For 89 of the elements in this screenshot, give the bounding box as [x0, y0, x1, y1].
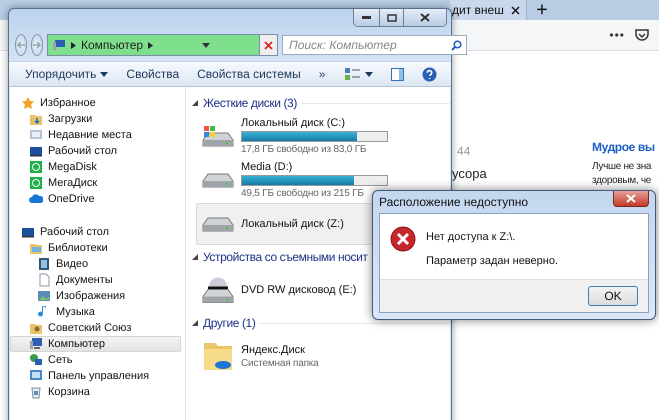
sidebar-item[interactable]: Корзина [10, 384, 181, 400]
sidebar-item[interactable]: МегаДиск [10, 175, 181, 191]
article-heading: Мудрое вы [592, 140, 656, 154]
drive-icon [201, 216, 235, 232]
sidebar-item[interactable]: Рабочий стол [10, 143, 181, 159]
close-button[interactable] [404, 9, 446, 26]
computer-icon [52, 39, 66, 51]
back-button[interactable] [15, 34, 27, 56]
toolbar-button[interactable]: Упорядочить [17, 64, 116, 84]
dropdown-icon[interactable] [202, 42, 210, 48]
trash-icon [29, 385, 43, 399]
toolbar-button[interactable]: Свойства [118, 64, 188, 84]
sidebar-item[interactable]: Музыка [10, 304, 181, 320]
collapse-icon[interactable] [192, 254, 198, 260]
group-title: Устройства со съемными носит [203, 250, 368, 264]
star-icon [21, 96, 35, 110]
left-arrow-icon [16, 41, 26, 49]
quote-text: Лучше не зна [592, 160, 652, 174]
error-icon [390, 226, 416, 252]
close-button[interactable] [613, 191, 649, 207]
right-arrow-icon [32, 41, 42, 49]
group-title: Другие (1) [203, 316, 256, 330]
user-icon [29, 321, 43, 335]
drive-item[interactable]: DVD RW дисковод (E:) [196, 269, 450, 311]
collapse-icon[interactable] [192, 100, 198, 106]
minimize-icon [362, 16, 371, 19]
control-icon [29, 369, 43, 383]
library-icon [29, 241, 43, 255]
sidebar-item[interactable]: Загрузки [10, 111, 181, 127]
chevron-icon [71, 42, 76, 48]
browser-tab[interactable]: дит внеш [450, 0, 527, 20]
cloud-icon [29, 192, 43, 206]
close-icon[interactable] [511, 6, 520, 14]
computer-icon [29, 337, 43, 351]
drive-item[interactable]: Локальный диск (C:) 17,8 ГБ свободно из 83,0 ГБ [196, 115, 450, 157]
close-icon [420, 13, 430, 22]
more-button[interactable]: » [310, 64, 334, 84]
menu-button[interactable]: ••• [609, 28, 625, 42]
sidebar-item[interactable]: OneDrive [10, 191, 181, 207]
drive-info: 49,5 ГБ свободно из 215 ГБ [241, 188, 365, 199]
video-icon [37, 257, 51, 271]
maximize-icon [386, 14, 396, 22]
sidebar-item[interactable]: Документы [10, 272, 181, 288]
group-title: Жесткие диски (3) [203, 96, 297, 110]
pane-icon [391, 68, 404, 80]
quote-text: здоровым, че [592, 174, 652, 188]
desktop-icon [29, 144, 43, 158]
search-icon[interactable] [451, 40, 462, 51]
desktop-icon [21, 225, 35, 239]
ok-button[interactable]: OK [588, 286, 638, 306]
drive-icon [201, 172, 235, 188]
stop-button[interactable] [258, 35, 277, 55]
caret-icon [365, 72, 374, 76]
sidebar-item[interactable]: Панель управления [10, 368, 181, 384]
address-bar[interactable]: Компьютер [47, 34, 278, 56]
close-icon [264, 40, 273, 50]
maximize-button[interactable] [380, 9, 404, 26]
minimize-button[interactable] [354, 9, 380, 26]
sidebar-item[interactable]: Рабочий стол [10, 224, 181, 240]
sidebar-item[interactable]: Сеть [10, 352, 181, 368]
network-icon [29, 353, 43, 367]
sidebar-item[interactable]: Компьютер [10, 336, 181, 352]
sidebar-item[interactable]: Изображения [10, 288, 181, 304]
article-number: 44 [457, 144, 472, 158]
article-text: усора [452, 166, 488, 181]
sidebar-item[interactable]: MegaDisk [10, 159, 181, 175]
toolbar-button[interactable]: Свойства системы [189, 64, 309, 84]
download-icon [29, 112, 43, 126]
error-detail: Параметр задан неверно. [426, 255, 558, 267]
drive-info: Системная папка [241, 358, 319, 368]
sidebar-item[interactable]: Библиотеки [10, 240, 181, 256]
view-list-icon [345, 68, 362, 80]
sidebar-item[interactable]: Видео [10, 256, 181, 272]
new-tab-button[interactable]: + [527, 0, 557, 20]
document-icon [37, 273, 51, 287]
forward-button[interactable] [31, 34, 43, 56]
sidebar-item[interactable]: Недавние места [10, 127, 181, 143]
drive-item[interactable]: Яндекс.Диск Системная папка [196, 335, 450, 377]
drive-info: 17,8 ГБ свободно из 83,0 ГБ [241, 144, 368, 155]
sidebar-item[interactable]: Советский Союз [10, 320, 181, 336]
sidebar-item[interactable]: Избранное [10, 95, 181, 111]
help-icon [422, 66, 438, 82]
system-drive-icon [201, 125, 235, 147]
image-icon [37, 289, 51, 303]
dvd-drive-icon [201, 276, 235, 304]
chevron-icon [148, 42, 154, 48]
search-field[interactable]: Поиск: Компьютер [282, 35, 467, 55]
collapse-icon[interactable] [192, 320, 198, 326]
close-icon [626, 194, 636, 203]
